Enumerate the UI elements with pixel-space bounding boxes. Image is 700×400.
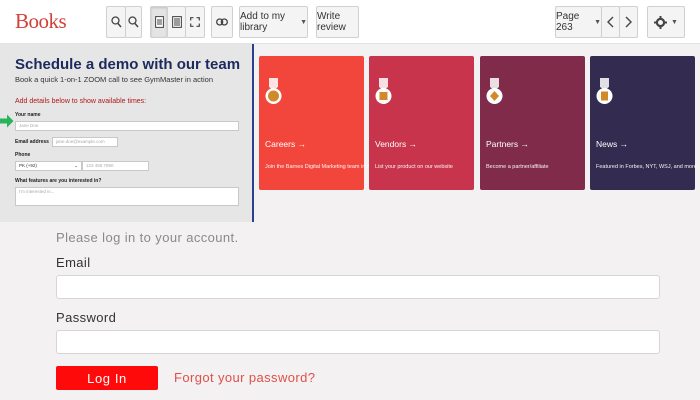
demo-add-details: Add details below to show available time… <box>15 98 147 105</box>
write-review-button[interactable]: Write review <box>316 6 359 38</box>
demo-signup-panel: Schedule a demo with our team Book a qui… <box>0 44 254 222</box>
partners-card[interactable]: Partners → Become a partner/affiliate <box>480 56 585 190</box>
chevron-right-icon <box>625 16 632 28</box>
brand-logo[interactable]: Books <box>15 9 67 34</box>
news-medal-icon <box>596 78 613 104</box>
vendors-title: Vendors → <box>375 139 418 149</box>
password-input[interactable] <box>56 330 660 354</box>
phone-label: Phone <box>15 152 31 158</box>
login-message: Please log in to your account. <box>56 230 239 245</box>
fullscreen-button[interactable] <box>185 6 205 38</box>
zoom-in-icon <box>110 16 122 28</box>
careers-medal-icon <box>265 78 282 104</box>
partners-medal-icon <box>486 78 503 104</box>
single-page-icon <box>154 16 164 28</box>
fullscreen-icon <box>190 17 200 27</box>
email-input[interactable]: jane.doe@example.com <box>52 137 118 147</box>
email-label: Email <box>56 255 91 270</box>
chevron-left-icon <box>607 16 614 28</box>
zoom-in-button[interactable] <box>106 6 126 38</box>
vendors-medal-icon <box>375 78 392 104</box>
careers-desc: Join the Barnes Digital Marketing team i… <box>265 164 384 170</box>
name-input[interactable]: Jane Doe <box>15 121 239 131</box>
demo-title: Schedule a demo with our team <box>15 56 241 73</box>
add-to-library-button[interactable]: Add to my library ▼ <box>239 6 308 38</box>
email-input[interactable] <box>56 275 660 299</box>
toolbar: Books Add to my library ▼ Write review P… <box>0 0 700 44</box>
phone-input[interactable]: 123 456 7890 <box>82 161 149 171</box>
forgot-password-link[interactable]: Forgot your password? <box>174 370 315 385</box>
link-icon <box>216 18 228 26</box>
next-page-button[interactable] <box>619 6 638 38</box>
news-title: News → <box>596 139 629 149</box>
vendors-desc: List your product on our website <box>375 164 453 170</box>
vendors-card[interactable]: Vendors → List your product on our websi… <box>369 56 474 190</box>
link-button[interactable] <box>211 6 233 38</box>
previous-page-button[interactable] <box>601 6 620 38</box>
news-card[interactable]: News → Featured in Forbes, NYT, WSJ, and… <box>590 56 697 190</box>
demo-subtitle: Book a quick 1-on-1 ZOOM call to see Gym… <box>15 75 213 84</box>
country-code-select[interactable]: PK (+92) ⌄ <box>15 161 82 171</box>
add-to-library-label: Add to my library <box>240 11 286 33</box>
email-label: Email address <box>15 139 49 145</box>
page-selector[interactable]: Page 263 ▼ <box>555 6 602 38</box>
name-label: Your name <box>15 112 41 118</box>
zoom-out-icon <box>128 16 139 28</box>
single-page-view-button[interactable] <box>150 6 168 38</box>
text-view-button[interactable] <box>167 6 186 38</box>
arrow-right-icon <box>0 114 14 128</box>
country-code-value: PK (+92) <box>19 163 37 168</box>
features-textarea[interactable]: I'm interested in... <box>15 187 239 206</box>
chevron-down-icon: ⌄ <box>74 163 78 168</box>
login-button[interactable]: Log In <box>56 366 158 390</box>
write-review-label: Write review <box>317 11 346 33</box>
caret-down-icon: ▼ <box>300 18 307 26</box>
partners-desc: Become a partner/affiliate <box>486 164 549 170</box>
zoom-out-button[interactable] <box>125 6 142 38</box>
features-label: What features are you interested in? <box>15 178 102 184</box>
password-label: Password <box>56 310 117 325</box>
settings-button[interactable]: ▼ <box>647 6 685 38</box>
caret-down-icon: ▼ <box>594 18 601 26</box>
careers-card[interactable]: Careers → Join the Barnes Digital Market… <box>259 56 383 190</box>
page-label: Page 263 <box>556 11 580 33</box>
partners-title: Partners → <box>486 139 529 149</box>
news-desc: Featured in Forbes, NYT, WSJ, and more <box>596 164 697 170</box>
gear-icon <box>654 15 668 29</box>
text-view-icon <box>171 16 182 28</box>
careers-title: Careers → <box>265 139 307 149</box>
caret-down-icon: ▼ <box>671 18 678 26</box>
